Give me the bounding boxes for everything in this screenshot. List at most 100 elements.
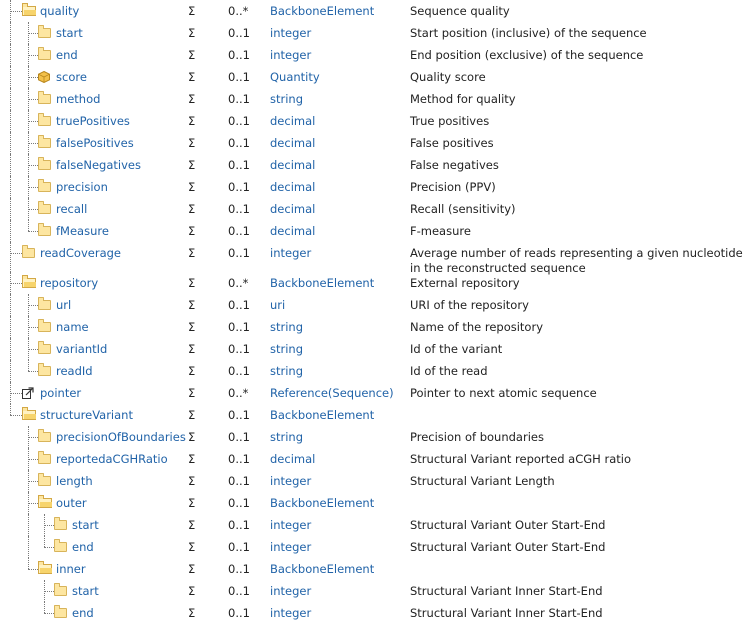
element-name-link[interactable]: end	[56, 48, 78, 62]
type-link[interactable]: BackboneElement	[270, 276, 374, 290]
description: Pointer to next atomic sequence	[410, 386, 597, 400]
element-name-link[interactable]: end	[72, 540, 94, 554]
element-name-link[interactable]: precisionOfBoundaries	[56, 430, 186, 444]
summary-flag: Σ	[188, 180, 196, 194]
type-link[interactable]: string	[270, 430, 303, 444]
element-name-link[interactable]: structureVariant	[40, 408, 133, 422]
type-link[interactable]: integer	[270, 584, 311, 598]
type-link[interactable]: uri	[270, 298, 285, 312]
type-link[interactable]: string	[270, 364, 303, 378]
element-name-link[interactable]: pointer	[40, 386, 81, 400]
description: Name of the repository	[410, 320, 544, 334]
table-row: recall Σ 0..1 decimal Recall (sensitivity)	[0, 198, 756, 220]
element-name-link[interactable]: inner	[56, 562, 86, 576]
element-name-link[interactable]: recall	[56, 202, 87, 216]
table-row: readId Σ 0..1 string Id of the read	[0, 360, 756, 382]
type-link[interactable]: decimal	[270, 180, 315, 194]
cardinality: 0..*	[228, 276, 249, 290]
type-link[interactable]: BackboneElement	[270, 496, 374, 510]
folder-icon	[54, 583, 67, 596]
table-row: end Σ 0..1 integer Structural Variant Outer …	[0, 536, 756, 558]
element-name-link[interactable]: variantId	[56, 342, 107, 356]
type-link[interactable]: integer	[270, 606, 311, 620]
table-row: readCoverage Σ 0..1 integer Average number o…	[0, 242, 756, 275]
summary-flag: Σ	[188, 158, 196, 172]
description: Start position (inclusive) of the sequen…	[410, 26, 647, 40]
type-link[interactable]: string	[270, 92, 303, 106]
folder-icon	[38, 429, 51, 442]
type-link[interactable]: decimal	[270, 202, 315, 216]
element-name-link[interactable]: url	[56, 298, 71, 312]
element-name-link[interactable]: quality	[40, 4, 79, 18]
tree-guide-line	[10, 360, 11, 382]
element-name-link[interactable]: length	[56, 474, 93, 488]
cardinality: 0..1	[228, 202, 250, 216]
summary-flag: Σ	[188, 342, 196, 356]
element-name-link[interactable]: falseNegatives	[56, 158, 141, 172]
element-name-link[interactable]: fMeasure	[56, 224, 109, 238]
cardinality: 0..1	[228, 364, 250, 378]
tree-branch-line	[44, 547, 54, 548]
table-row: reportedaCGHRatio Σ 0..1 decimal Structural …	[0, 448, 756, 470]
tree-branch-line	[28, 481, 38, 482]
tree-guide-line	[10, 66, 11, 88]
type-link[interactable]: integer	[270, 474, 311, 488]
cardinality: 0..1	[228, 48, 250, 62]
folder-icon	[38, 223, 51, 236]
tree-branch-line	[28, 187, 38, 188]
type-link[interactable]: decimal	[270, 114, 315, 128]
cardinality: 0..1	[228, 246, 250, 260]
element-name-link[interactable]: outer	[56, 496, 87, 510]
description: False positives	[410, 136, 494, 150]
element-name-link[interactable]: start	[72, 518, 99, 532]
type-link[interactable]: decimal	[270, 158, 315, 172]
summary-flag: Σ	[188, 540, 196, 554]
tree-guide-line	[10, 154, 11, 176]
type-link[interactable]: BackboneElement	[270, 4, 374, 18]
type-link[interactable]: decimal	[270, 136, 315, 150]
tree-guide-line	[10, 176, 11, 198]
element-name-link[interactable]: truePositives	[56, 114, 130, 128]
tree-branch-line	[28, 143, 38, 144]
element-name-link[interactable]: end	[72, 606, 94, 620]
tree-guide-line	[28, 220, 29, 231]
table-row: start Σ 0..1 integer Structural Variant Inne…	[0, 580, 756, 602]
type-link[interactable]: integer	[270, 518, 311, 532]
tree-guide-line	[28, 514, 29, 536]
element-name-link[interactable]: name	[56, 320, 89, 334]
tree-branch-line	[28, 33, 38, 34]
tree-branch-line	[28, 327, 38, 328]
element-name-link[interactable]: reportedaCGHRatio	[56, 452, 168, 466]
element-name-link[interactable]: falsePositives	[56, 136, 134, 150]
type-link[interactable]: decimal	[270, 224, 315, 238]
type-link[interactable]: Quantity	[270, 70, 320, 84]
type-link[interactable]: string	[270, 320, 303, 334]
description: Precision (PPV)	[410, 180, 496, 194]
element-name-link[interactable]: repository	[40, 276, 98, 290]
element-name-link[interactable]: precision	[56, 180, 108, 194]
element-name-link[interactable]: start	[72, 584, 99, 598]
type-link[interactable]: BackboneElement	[270, 408, 374, 422]
type-link[interactable]: integer	[270, 48, 311, 62]
cardinality: 0..*	[228, 386, 249, 400]
element-name-link[interactable]: method	[56, 92, 100, 106]
description: URI of the repository	[410, 298, 529, 312]
type-link[interactable]: integer	[270, 246, 311, 260]
summary-flag: Σ	[188, 518, 196, 532]
element-name-link[interactable]: start	[56, 26, 83, 40]
type-link[interactable]: decimal	[270, 452, 315, 466]
type-link[interactable]: integer	[270, 540, 311, 554]
element-name-link[interactable]: score	[56, 70, 87, 84]
type-link[interactable]: Reference(Sequence)	[270, 386, 394, 400]
tree-guide-line	[28, 536, 29, 558]
description: False negatives	[410, 158, 499, 172]
tree-branch-line	[28, 437, 38, 438]
type-link[interactable]: BackboneElement	[270, 562, 374, 576]
type-link[interactable]: integer	[270, 26, 311, 40]
summary-flag: Σ	[188, 452, 196, 466]
tree-guide-line	[28, 558, 29, 569]
tree-branch-line	[44, 613, 54, 614]
element-name-link[interactable]: readId	[56, 364, 93, 378]
type-link[interactable]: string	[270, 342, 303, 356]
element-name-link[interactable]: readCoverage	[40, 246, 121, 260]
